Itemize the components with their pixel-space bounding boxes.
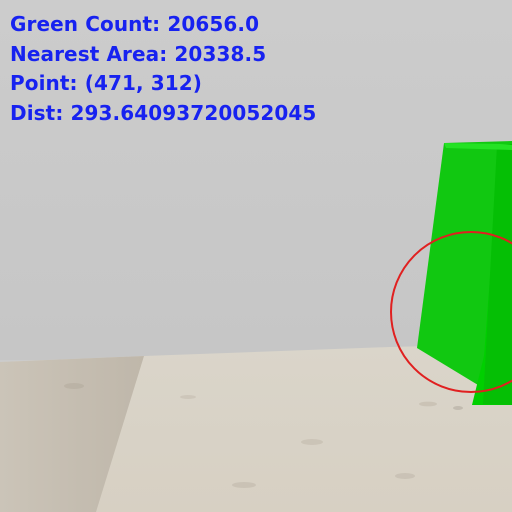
distance-label: Dist: 293.64093720052045 <box>10 100 317 125</box>
point-label: Point: (471, 312) <box>10 71 203 95</box>
nearest-area-label: Nearest Area: 20338.5 <box>10 41 267 66</box>
camera-viewport: Green Count: 20656.0 Nearest Area: 20338… <box>0 0 512 512</box>
green-count-label: Green Count: 20656.0 <box>10 12 260 36</box>
debug-overlay: Green Count: 20656.0 Nearest Area: 20338… <box>10 10 316 128</box>
